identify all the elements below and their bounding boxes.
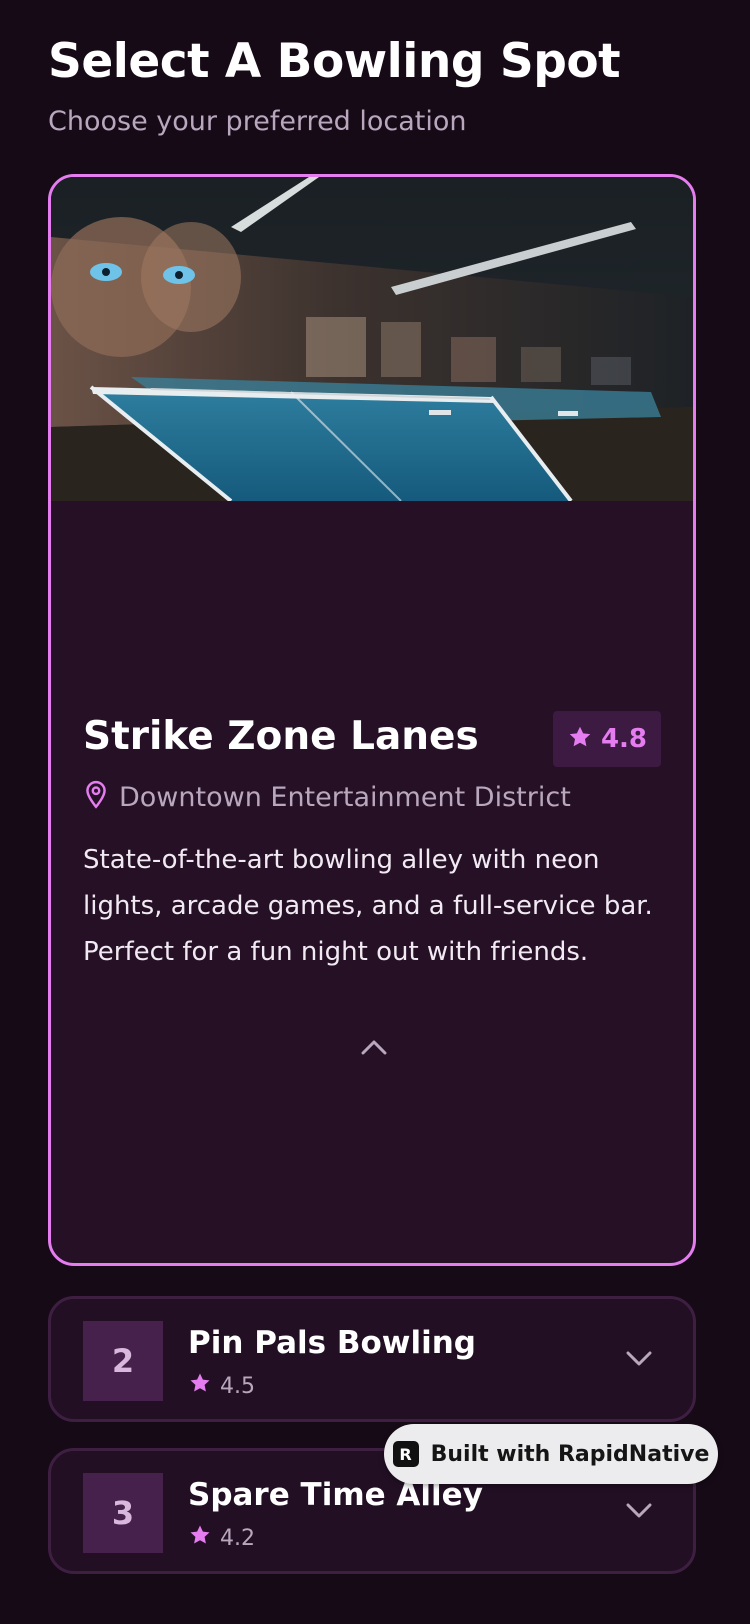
rating-value: 4.2 bbox=[220, 1525, 255, 1551]
chevron-up-icon bbox=[360, 1038, 388, 1060]
location-pin-icon bbox=[83, 780, 109, 814]
rapidnative-logo-icon: R bbox=[392, 1441, 419, 1467]
built-with-badge[interactable]: R Built with RapidNative bbox=[384, 1424, 718, 1484]
chevron-down-icon bbox=[625, 1502, 653, 1524]
expand-button[interactable] bbox=[621, 1495, 657, 1531]
venue-number: 2 bbox=[83, 1321, 163, 1401]
chevron-down-icon bbox=[625, 1350, 653, 1372]
venue-photo bbox=[51, 177, 693, 501]
venue-name: Pin Pals Bowling bbox=[188, 1325, 476, 1361]
location-text: Downtown Entertainment District bbox=[119, 781, 571, 813]
venue-card-selected[interactable]: Strike Zone Lanes 4.8 Downtown Entertain… bbox=[48, 174, 696, 1266]
page-title: Select A Bowling Spot bbox=[48, 34, 621, 89]
rating-value: 4.8 bbox=[600, 724, 648, 754]
built-with-label: Built with RapidNative bbox=[430, 1441, 710, 1467]
venue-name: Strike Zone Lanes bbox=[83, 714, 479, 759]
venue-card[interactable]: 2 Pin Pals Bowling 4.5 bbox=[48, 1296, 696, 1422]
collapse-button[interactable] bbox=[354, 1029, 394, 1069]
rating-badge: 4.8 bbox=[553, 711, 661, 767]
star-icon bbox=[567, 724, 593, 754]
venue-rating: 4.2 bbox=[188, 1523, 255, 1553]
page-subtitle: Choose your preferred location bbox=[48, 106, 467, 137]
venue-number: 3 bbox=[83, 1473, 163, 1553]
star-icon bbox=[188, 1523, 212, 1553]
venue-rating: 4.5 bbox=[188, 1371, 255, 1401]
location-row: Downtown Entertainment District bbox=[83, 780, 571, 814]
venue-description: State-of-the-art bowling alley with neon… bbox=[83, 845, 653, 967]
star-icon bbox=[188, 1371, 212, 1401]
rating-value: 4.5 bbox=[220, 1373, 255, 1399]
expand-button[interactable] bbox=[621, 1343, 657, 1379]
